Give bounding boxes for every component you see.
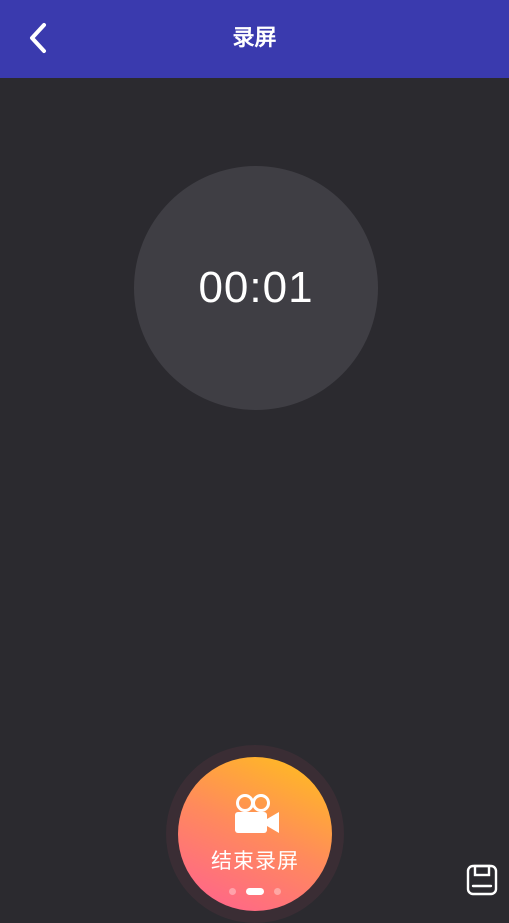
pager-dot	[229, 888, 236, 895]
pager-dots	[178, 888, 332, 895]
elapsed-time: 00:01	[198, 263, 314, 312]
page-title: 录屏	[232, 26, 277, 51]
pager-dot	[274, 888, 281, 895]
top-app-bar: 录屏	[0, 0, 509, 78]
pager-dot-active	[246, 888, 264, 895]
save-icon	[466, 864, 498, 896]
timer-display: 00:01	[134, 166, 378, 410]
stop-recording-button[interactable]: 结束录屏	[178, 757, 332, 911]
video-camera-icon	[235, 794, 279, 833]
stop-recording-label: 结束录屏	[211, 849, 299, 873]
save-button[interactable]	[464, 862, 500, 898]
